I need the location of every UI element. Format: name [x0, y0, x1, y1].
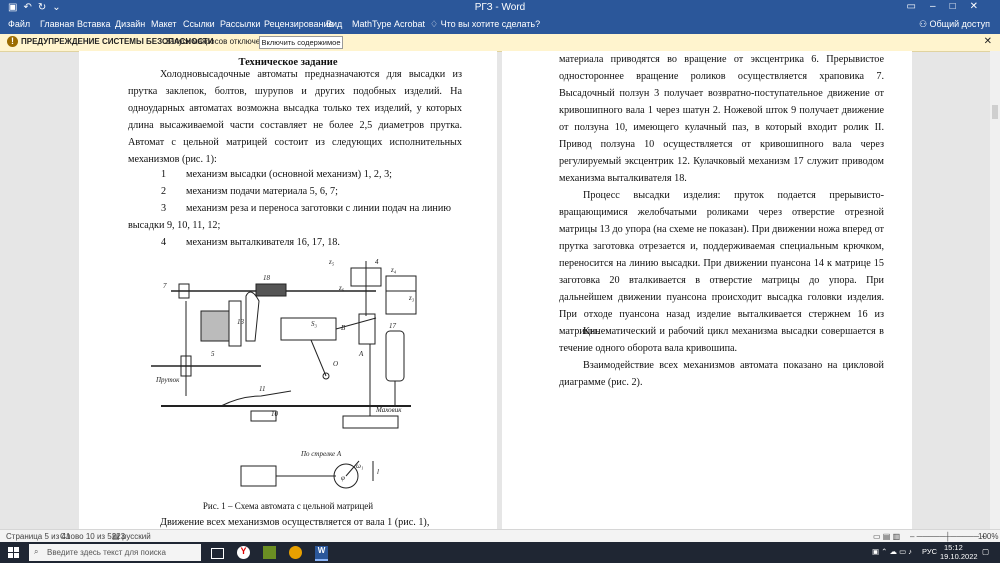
paragraph: Взаимодействие всех механизмов автомата … [559, 360, 884, 388]
tab-design[interactable]: Дизайн [115, 19, 145, 29]
notifications-icon[interactable]: ▢ [982, 547, 989, 556]
input-language[interactable]: РУС [922, 547, 937, 556]
paragraph: Движение всех механизмов осуществляется … [160, 517, 430, 528]
mechanism-diagram: 7 18 z₅ 4 z₄ z₃ z₆ S₃ B A O 17 13 5 Прут… [151, 258, 417, 489]
label-13: 13 [237, 318, 245, 326]
tab-view[interactable]: Вид [326, 19, 342, 29]
maximize-icon[interactable]: □ [950, 1, 970, 12]
search-placeholder: Введите здесь текст для поиска [47, 548, 166, 557]
language-indicator[interactable]: русский [122, 532, 151, 541]
security-message: Запуск макросов отключен. [165, 37, 267, 46]
search-icon: ⌕ [34, 547, 39, 556]
label-O: O [333, 360, 338, 368]
label-5: 5 [211, 350, 215, 358]
close-icon[interactable]: ✕ [970, 1, 992, 12]
clock-date[interactable]: 19.10.2022 [940, 552, 978, 561]
label-11: 11 [259, 385, 265, 393]
share-label: Общий доступ [929, 19, 990, 29]
window-controls[interactable]: ▭–□✕ [907, 1, 992, 12]
label-z3: z₃ [408, 294, 415, 302]
tray-icons[interactable]: ▣ ⌃ ☁ ▭ ♪ [872, 547, 912, 556]
tab-review[interactable]: Рецензирование [264, 19, 334, 29]
yandex-browser-icon[interactable]: Y [237, 546, 250, 559]
person-icon: ⚇ [918, 19, 930, 29]
tab-file[interactable]: Файл [8, 19, 30, 29]
label-A: A [358, 350, 364, 358]
document-page-1[interactable]: Техническое задание Холодновысадочные ав… [79, 51, 497, 529]
tab-mathtype[interactable]: MathType [352, 19, 392, 29]
label-z4: z₄ [390, 266, 397, 274]
tab-home[interactable]: Главная [40, 19, 74, 29]
label-phi: φ [341, 474, 345, 482]
label-flywheel: Маховик [375, 406, 402, 414]
label-17: 17 [389, 322, 397, 330]
document-title: РГЗ - Word [474, 2, 526, 13]
label-s3: S₃ [311, 320, 318, 328]
word-taskbar-icon[interactable]: W [315, 546, 328, 561]
label-10: 10 [271, 410, 279, 418]
tab-acrobat[interactable]: Acrobat [394, 19, 425, 29]
status-bar: Страница 5 из 41 Слово 10 из 5223 ▤ русс… [0, 529, 1000, 543]
task-view-icon[interactable] [211, 548, 224, 559]
lightbulb-icon: ♢ [430, 19, 441, 29]
label-z5: z₅ [328, 258, 335, 266]
paragraph: Процесс высадки изделия: пруток подается… [559, 190, 884, 337]
paragraph: материала приводятся во вращение от эксц… [559, 54, 884, 184]
app-icon[interactable] [263, 546, 276, 559]
tab-layout[interactable]: Макет [151, 19, 176, 29]
intro-paragraph: Холодновысадочные автоматы предназначают… [128, 69, 462, 165]
taskbar-search-input[interactable]: ⌕ Введите здесь текст для поиска [29, 544, 201, 561]
vertical-scrollbar[interactable] [990, 51, 1000, 529]
taskbar: ⌕ Введите здесь текст для поиска Y W ▣ ⌃… [0, 542, 1000, 563]
warning-icon: ! [7, 36, 18, 47]
minimize-icon[interactable]: – [930, 1, 950, 12]
zoom-slider[interactable]: – ─────┼───── + [910, 532, 986, 541]
tell-me-box[interactable]: ♢ Что вы хотите сделать? [430, 19, 540, 30]
document-page-2[interactable]: материала приводятся во вращение от эксц… [502, 51, 912, 529]
security-warning-bar: ! ПРЕДУПРЕЖДЕНИЕ СИСТЕМЫ БЕЗОПАСНОСТИ За… [0, 34, 1000, 52]
label-4: 4 [375, 258, 379, 266]
ribbon-options-icon[interactable]: ▭ [907, 1, 930, 12]
label-w1: ω₁ [356, 462, 363, 470]
tab-insert[interactable]: Вставка [77, 19, 110, 29]
enable-content-button[interactable]: Включить содержимое [259, 36, 343, 49]
title-bar: ▣↶↻⌄ РГЗ - Word ▭–□✕ [0, 0, 1000, 16]
ribbon-tabs: Файл Главная Вставка Дизайн Макет Ссылки… [0, 16, 1000, 34]
tab-references[interactable]: Ссылки [183, 19, 215, 29]
scrollbar-thumb[interactable] [992, 105, 998, 119]
figure-caption: Рис. 1 – Схема автомата с цельной матриц… [202, 501, 374, 511]
chrome-icon[interactable] [289, 546, 302, 559]
share-button[interactable]: ⚇ Общий доступ [919, 19, 990, 30]
label-l: l [377, 468, 379, 476]
tab-mailings[interactable]: Рассылки [220, 19, 260, 29]
label-B: B [341, 324, 346, 332]
label-18: 18 [263, 274, 271, 282]
paragraph: Кинематический и рабочий цикл механизма … [559, 326, 884, 354]
proofing-icon[interactable]: ▤ [112, 532, 120, 541]
close-bar-icon[interactable]: ✕ [984, 36, 992, 47]
windows-start-icon[interactable] [8, 547, 19, 558]
label-arrow-A: По стрелке A [300, 450, 342, 458]
label-7: 7 [163, 282, 167, 290]
label-rod: Пруток [155, 376, 180, 384]
tell-me-label: Что вы хотите сделать? [440, 19, 541, 29]
label-z6: z₆ [338, 284, 345, 292]
zoom-level[interactable]: 100% [978, 532, 998, 541]
clock-time[interactable]: 15:12 [944, 543, 963, 552]
view-buttons[interactable]: ▭ ▤ ▥ [873, 532, 900, 541]
